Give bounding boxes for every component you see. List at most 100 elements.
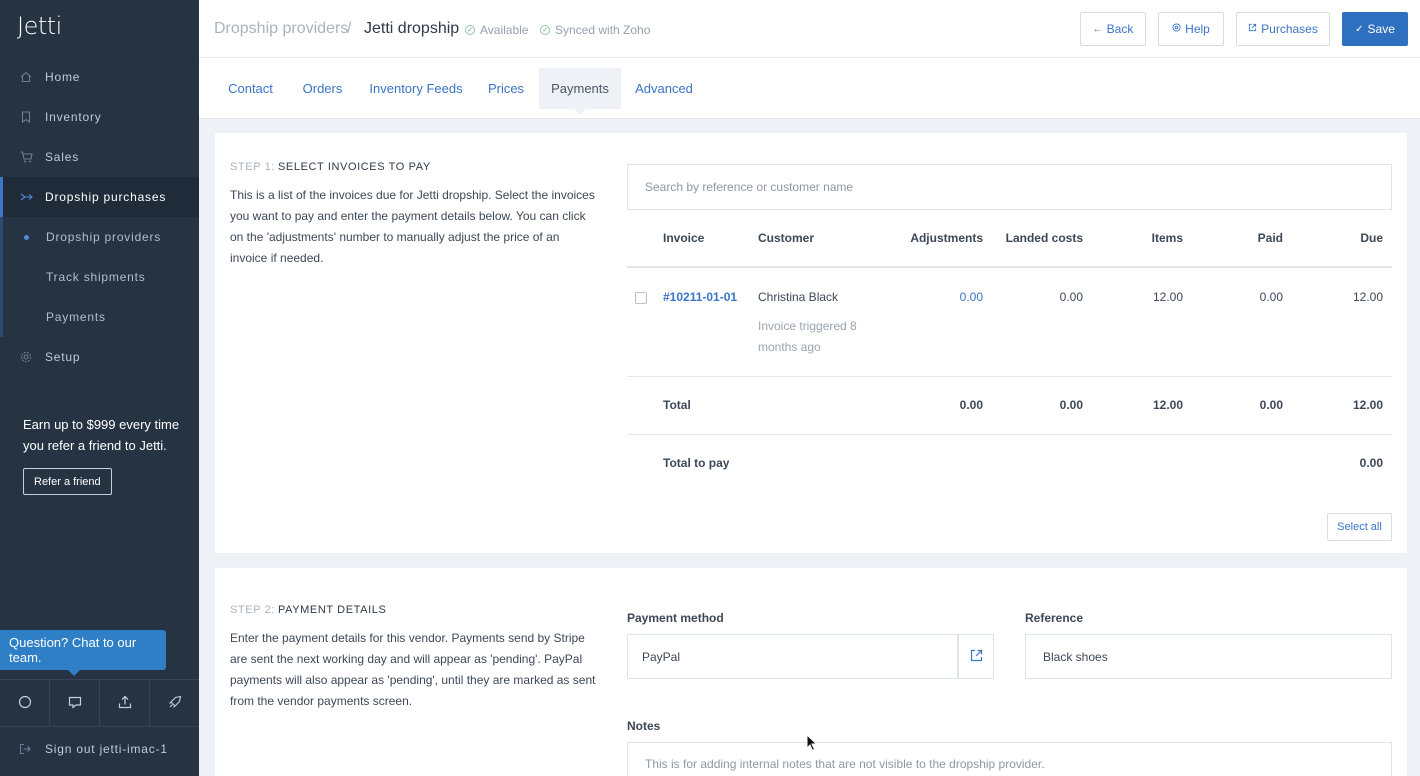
breadcrumb-dropship-providers[interactable]: Dropship providers	[214, 20, 348, 38]
inbox-button[interactable]	[50, 680, 100, 726]
payment-method-open-button[interactable]	[958, 634, 994, 679]
sidebar-subitem-dropship-providers[interactable]: Dropship providers	[3, 217, 199, 257]
reference-input[interactable]: Black shoes	[1025, 634, 1392, 679]
payment-method-select[interactable]: PayPal	[627, 634, 958, 679]
notes-textarea[interactable]: This is for adding internal notes that a…	[627, 742, 1392, 776]
col-paid: Paid	[1257, 231, 1283, 245]
sidebar-item-label: Sales	[45, 150, 80, 164]
customer-name: Christina Black	[758, 290, 839, 304]
paid-value: 0.00	[1259, 290, 1283, 304]
col-landed-costs: Landed costs	[1005, 231, 1083, 245]
status-synced-label: Synced with Zoho	[555, 23, 651, 37]
status-synced: ✓ Synced with Zoho	[540, 23, 650, 37]
total-divider	[627, 434, 1392, 435]
tab-advanced[interactable]: Advanced	[629, 68, 699, 109]
col-due: Due	[1360, 231, 1383, 245]
external-link-icon	[970, 649, 983, 665]
step1-description: This is a list of the invoices due for J…	[230, 188, 595, 265]
reference-label: Reference	[1025, 611, 1084, 625]
rocket-icon	[168, 695, 182, 712]
circle-icon	[18, 695, 32, 712]
total-label: Total	[663, 398, 691, 412]
rocket-button[interactable]	[150, 680, 199, 726]
total-adjustments: 0.00	[959, 398, 983, 412]
status-available: ✓ Available	[465, 23, 528, 37]
upload-icon	[118, 695, 132, 712]
sidebar-nav: Home Inventory Sales Dropship purchases …	[0, 57, 199, 377]
step1-label: STEP 1:	[230, 161, 275, 173]
sidebar-subitem-label: Payments	[46, 310, 106, 324]
select-all-button[interactable]: Select all	[1327, 513, 1392, 541]
tab-inventory-feeds[interactable]: Inventory Feeds	[361, 68, 471, 109]
table-header-divider	[627, 266, 1392, 268]
page-title: Jetti dropship	[364, 20, 460, 37]
sidebar-subitem-payments[interactable]: Payments	[3, 297, 199, 337]
sidebar-item-label: Inventory	[45, 110, 102, 124]
sidebar-item-label: Dropship purchases	[45, 190, 167, 204]
total-paid: 0.00	[1259, 398, 1283, 412]
page-header: Dropship providers / Jetti dropship ✓ Av…	[199, 0, 1420, 58]
sidebar-item-sales[interactable]: Sales	[0, 137, 199, 177]
referral-promo-text: Earn up to $999 every time you refer a f…	[23, 417, 180, 453]
gear-icon	[19, 350, 33, 364]
help-button[interactable]: Help	[1158, 12, 1224, 46]
total-due: 12.00	[1352, 398, 1383, 412]
sidebar-item-label: Setup	[45, 350, 81, 364]
bookmark-icon	[19, 110, 33, 124]
refer-friend-button[interactable]: Refer a friend	[23, 468, 112, 495]
chat-bubble[interactable]: Question? Chat to our team.	[0, 630, 166, 676]
sidebar-item-inventory[interactable]: Inventory	[0, 97, 199, 137]
sign-out-label: Sign out jetti-imac-1	[45, 742, 168, 756]
inbox-icon	[68, 695, 82, 712]
check-circle-icon: ✓	[465, 25, 475, 35]
jetti-logo[interactable]: Jetti	[17, 12, 62, 40]
adjustments-link[interactable]: 0.00	[883, 290, 983, 304]
purchases-button[interactable]: Purchases	[1236, 12, 1330, 46]
arrow-left-icon: ←	[1092, 23, 1103, 35]
sign-out-icon	[19, 743, 33, 755]
invoice-link[interactable]: #10211-01-01	[663, 290, 737, 304]
landed-costs-value: 0.00	[1059, 290, 1083, 304]
cart-icon	[19, 150, 33, 164]
step2-title: PAYMENT DETAILS	[277, 604, 387, 616]
sidebar-toolbar	[0, 679, 199, 727]
check-icon: ✓	[1355, 23, 1364, 35]
tab-payments[interactable]: Payments	[539, 68, 621, 115]
payment-method-label: Payment method	[627, 611, 724, 625]
upload-button[interactable]	[100, 680, 150, 726]
external-link-icon	[1248, 23, 1257, 35]
tab-contact[interactable]: Contact	[214, 68, 287, 109]
save-button[interactable]: ✓ Save	[1342, 12, 1408, 46]
sidebar: Jetti Home Inventory Sales Dropship purc…	[0, 0, 199, 776]
step1-heading: STEP 1: SELECT INVOICES TO PAY	[230, 161, 431, 173]
purchases-label: Purchases	[1261, 22, 1318, 36]
due-value: 12.00	[1352, 290, 1383, 304]
step1-title: SELECT INVOICES TO PAY	[277, 161, 431, 173]
sidebar-item-dropship-purchases[interactable]: Dropship purchases	[0, 177, 199, 217]
sidebar-subitem-track-shipments[interactable]: Track shipments	[3, 257, 199, 297]
tab-prices[interactable]: Prices	[479, 68, 533, 109]
total-items: 12.00	[1152, 398, 1183, 412]
invoice-search-input[interactable]: Search by reference or customer name	[627, 164, 1392, 210]
col-items: Items	[1151, 231, 1183, 245]
breadcrumb-separator: /	[347, 20, 352, 37]
back-label: Back	[1106, 22, 1134, 36]
notes-label: Notes	[627, 719, 661, 733]
sidebar-item-setup[interactable]: Setup	[0, 337, 199, 377]
invoice-checkbox[interactable]	[635, 292, 647, 304]
sidebar-subnav: Dropship providers Track shipments Payme…	[0, 217, 199, 337]
sidebar-subitem-label: Dropship providers	[46, 230, 162, 244]
check-circle-icon: ✓	[540, 25, 550, 35]
dropship-icon	[19, 190, 33, 204]
sign-out-link[interactable]: Sign out jetti-imac-1	[19, 742, 168, 756]
back-button[interactable]: ← Back	[1080, 12, 1146, 46]
status-available-label: Available	[480, 23, 529, 37]
tab-orders[interactable]: Orders	[291, 68, 354, 109]
select-invoices-card: STEP 1: SELECT INVOICES TO PAY This is a …	[215, 133, 1407, 553]
sidebar-item-home[interactable]: Home	[0, 57, 199, 97]
items-value: 12.00	[1152, 290, 1183, 304]
invoice-trigger-note: Invoice triggered 8 months ago	[758, 319, 857, 354]
col-invoice: Invoice	[663, 231, 705, 245]
chat-circle-button[interactable]	[0, 680, 50, 726]
tab-bar: Contact Orders Inventory Feeds Prices Pa…	[199, 58, 1420, 119]
